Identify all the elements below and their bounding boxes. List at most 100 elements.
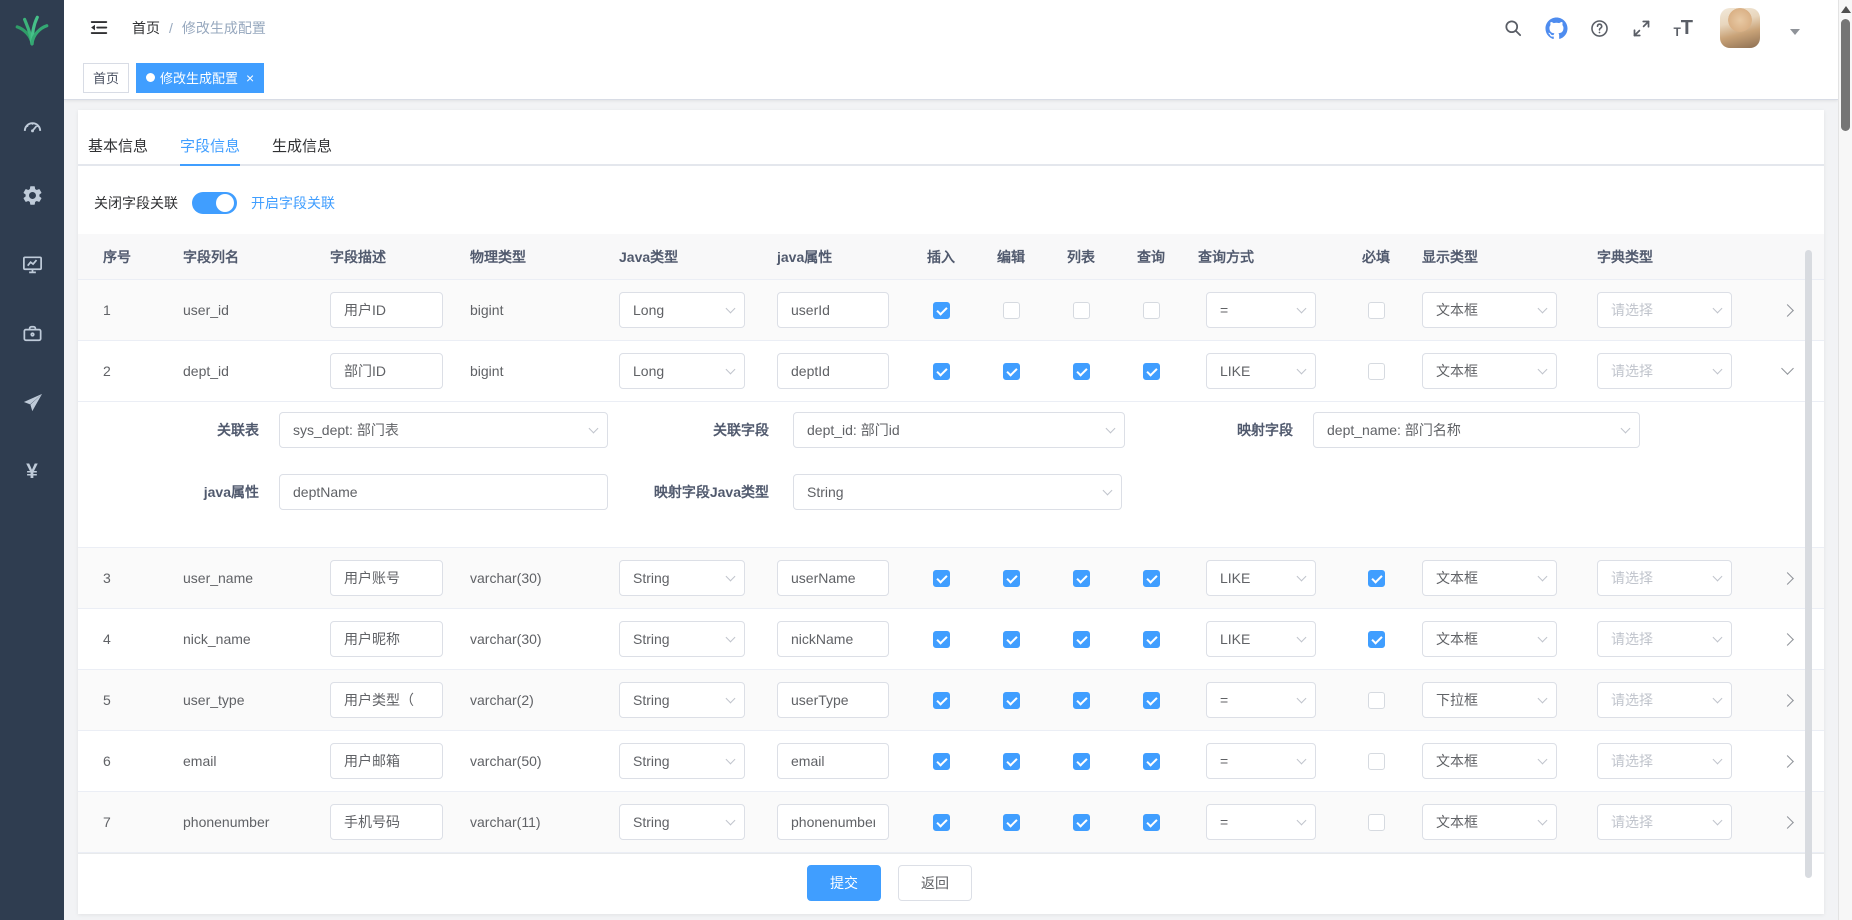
sidebar-item-pay[interactable]: ¥ [0,437,64,506]
dict-type-select[interactable]: 请选择 [1597,743,1732,779]
required-checkbox[interactable] [1368,302,1385,319]
java-type-select[interactable]: String [619,743,745,779]
query-checkbox[interactable] [1143,570,1160,587]
query-type-select[interactable]: LIKE [1206,560,1316,596]
java-attr-input[interactable] [279,474,608,510]
tag-gen-config[interactable]: 修改生成配置 × [136,63,264,93]
required-checkbox[interactable] [1368,814,1385,831]
java-type-select[interactable]: String [619,560,745,596]
expand-toggle[interactable] [1781,694,1794,707]
user-menu-caret-icon[interactable] [1790,29,1800,35]
tag-home[interactable]: 首页 [83,63,129,93]
required-checkbox[interactable] [1368,363,1385,380]
insert-checkbox[interactable] [933,302,950,319]
query-checkbox[interactable] [1143,692,1160,709]
java-type-select[interactable]: String [619,682,745,718]
list-checkbox[interactable] [1073,753,1090,770]
dict-type-select[interactable]: 请选择 [1597,560,1732,596]
list-checkbox[interactable] [1073,631,1090,648]
java-field-input[interactable] [777,804,889,840]
sidebar-item-guide[interactable] [0,368,64,437]
mapping-field-select[interactable]: dept_name: 部门名称 [1313,412,1640,448]
column-desc-input[interactable] [330,682,443,718]
column-desc-input[interactable] [330,560,443,596]
relation-table-select[interactable]: sys_dept: 部门表 [279,412,608,448]
query-checkbox[interactable] [1143,753,1160,770]
table-scrollbar-thumb[interactable] [1805,250,1812,878]
sidebar-item-monitor[interactable] [0,230,64,299]
help-button[interactable] [1589,18,1610,39]
query-type-select[interactable]: = [1206,804,1316,840]
github-link[interactable] [1545,17,1568,40]
html-type-select[interactable]: 文本框 [1422,743,1557,779]
java-field-input[interactable] [777,560,889,596]
list-checkbox[interactable] [1073,363,1090,380]
column-desc-input[interactable] [330,353,443,389]
edit-checkbox[interactable] [1003,753,1020,770]
html-type-select[interactable]: 下拉框 [1422,682,1557,718]
java-field-input[interactable] [777,621,889,657]
dict-type-select[interactable]: 请选择 [1597,353,1732,389]
edit-checkbox[interactable] [1003,570,1020,587]
dict-type-select[interactable]: 请选择 [1597,804,1732,840]
breadcrumb-home[interactable]: 首页 [132,18,160,38]
java-type-select[interactable]: Long [619,353,745,389]
insert-checkbox[interactable] [933,753,950,770]
relation-toggle-switch[interactable] [192,192,237,214]
mapping-java-type-select[interactable]: String [793,474,1122,510]
fullscreen-button[interactable] [1631,18,1652,39]
scroll-up-arrow-icon[interactable] [1841,6,1851,13]
expand-toggle[interactable] [1781,633,1794,646]
java-field-input[interactable] [777,743,889,779]
java-field-input[interactable] [777,292,889,328]
required-checkbox[interactable] [1368,753,1385,770]
app-logo[interactable] [0,0,64,60]
expand-toggle[interactable] [1781,304,1794,317]
list-checkbox[interactable] [1073,692,1090,709]
column-desc-input[interactable] [330,743,443,779]
sidebar-toggle-button[interactable] [88,17,110,39]
tab-gen-info[interactable]: 生成信息 [272,126,332,164]
list-checkbox[interactable] [1073,814,1090,831]
required-checkbox[interactable] [1368,631,1385,648]
edit-checkbox[interactable] [1003,631,1020,648]
expand-toggle[interactable] [1781,572,1794,585]
edit-checkbox[interactable] [1003,302,1020,319]
expand-toggle[interactable] [1781,362,1794,375]
tab-basic-info[interactable]: 基本信息 [88,126,148,164]
expand-toggle[interactable] [1781,755,1794,768]
back-button[interactable]: 返回 [898,865,972,901]
list-checkbox[interactable] [1073,302,1090,319]
query-checkbox[interactable] [1143,631,1160,648]
java-type-select[interactable]: Long [619,292,745,328]
insert-checkbox[interactable] [933,363,950,380]
page-scrollbar-thumb[interactable] [1841,19,1850,131]
expand-toggle[interactable] [1781,816,1794,829]
edit-checkbox[interactable] [1003,363,1020,380]
query-type-select[interactable]: LIKE [1206,353,1316,389]
dict-type-select[interactable]: 请选择 [1597,292,1732,328]
query-type-select[interactable]: = [1206,292,1316,328]
column-desc-input[interactable] [330,804,443,840]
insert-checkbox[interactable] [933,692,950,709]
tag-close-icon[interactable]: × [246,71,254,85]
page-scrollbar[interactable] [1838,0,1852,920]
html-type-select[interactable]: 文本框 [1422,292,1557,328]
query-type-select[interactable]: LIKE [1206,621,1316,657]
user-avatar[interactable] [1720,8,1760,48]
font-size-button[interactable]: TT [1673,18,1693,38]
sidebar-item-system[interactable] [0,161,64,230]
insert-checkbox[interactable] [933,631,950,648]
query-checkbox[interactable] [1143,302,1160,319]
java-field-input[interactable] [777,682,889,718]
required-checkbox[interactable] [1368,570,1385,587]
sidebar-item-tool[interactable] [0,299,64,368]
java-type-select[interactable]: String [619,804,745,840]
html-type-select[interactable]: 文本框 [1422,353,1557,389]
dict-type-select[interactable]: 请选择 [1597,682,1732,718]
query-type-select[interactable]: = [1206,743,1316,779]
search-button[interactable] [1503,18,1524,39]
edit-checkbox[interactable] [1003,692,1020,709]
column-desc-input[interactable] [330,621,443,657]
insert-checkbox[interactable] [933,570,950,587]
